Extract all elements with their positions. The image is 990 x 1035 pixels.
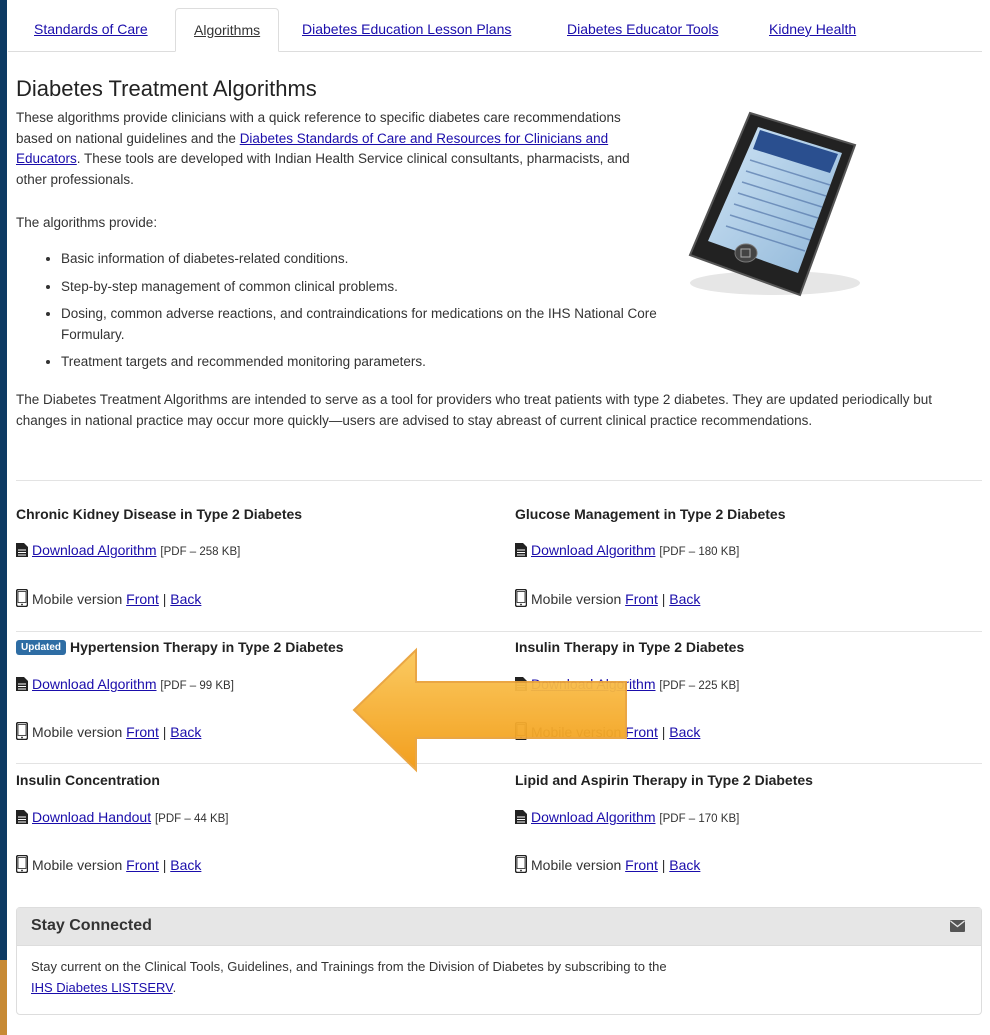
file-size: [PDF – 225 KB] [659,680,740,692]
panel-body-text: Stay current on the Clinical Tools, Guid… [31,959,667,974]
mobile-row: Mobile version Front | Back [515,589,700,607]
mobile-version-label: Mobile version [32,857,123,873]
mobile-phone-icon [16,722,28,740]
separator: | [162,591,167,607]
envelope-icon [950,920,965,932]
front-link[interactable]: Front [625,591,658,607]
tab-educator-tools[interactable]: Diabetes Educator Tools [549,8,737,50]
page-title: Diabetes Treatment Algorithms [16,76,317,101]
download-row: Download Algorithm [PDF – 180 KB] [515,542,739,558]
card-title-ckd: Chronic Kidney Disease in Type 2 Diabete… [16,506,303,522]
panel-body-end: . [172,980,177,995]
file-size: [PDF – 170 KB] [659,813,740,825]
front-link[interactable]: Front [126,724,159,740]
file-size: [PDF – 44 KB] [154,813,229,825]
provide-label: The algorithms provide: [16,215,158,230]
phone-illustration [688,111,860,297]
download-algorithm-link[interactable]: Download Algorithm [32,542,157,558]
separator: | [661,857,666,873]
stay-connected-panel: Stay Connected Stay current on the Clini… [16,907,982,1015]
download-row: Download Algorithm [PDF – 99 KB] [16,676,234,692]
back-link[interactable]: Back [170,857,201,873]
front-link[interactable]: Front [625,724,658,740]
tab-standards-of-care[interactable]: Standards of Care [16,8,166,50]
back-link[interactable]: Back [669,724,700,740]
mobile-phone-icon [515,589,527,607]
front-link[interactable]: Front [625,857,658,873]
front-link[interactable]: Front [126,591,159,607]
features-list: Basic information of diabetes-related co… [16,249,671,380]
description-paragraph: The Diabetes Treatment Algorithms are in… [16,392,933,428]
file-text-icon [16,543,28,557]
file-text-icon [16,810,28,824]
download-row: Download Handout [PDF – 44 KB] [16,809,229,825]
card-title-lipid-aspirin: Lipid and Aspirin Therapy in Type 2 Diab… [515,772,813,788]
file-text-icon [515,810,527,824]
section-divider [16,631,982,632]
download-row: Download Algorithm [PDF – 258 KB] [16,542,240,558]
mobile-row: Mobile version Front | Back [16,722,201,740]
download-row: Download Algorithm [PDF – 170 KB] [515,809,739,825]
tab-bar: Standards of Care Algorithms Diabetes Ed… [8,8,982,52]
mobile-version-label: Mobile version [32,724,123,740]
back-link[interactable]: Back [170,724,201,740]
file-text-icon [515,543,527,557]
left-accent [0,960,7,1035]
list-item: Basic information of diabetes-related co… [61,249,671,270]
download-algorithm-link[interactable]: Download Algorithm [531,809,656,825]
mobile-phone-icon [515,855,527,873]
mobile-phone-icon [16,589,28,607]
panel-title: Stay Connected [31,917,152,934]
file-size: [PDF – 258 KB] [160,546,241,558]
tab-kidney-health[interactable]: Kidney Health [751,8,874,50]
intro-text-end: . These tools are developed with Indian … [16,151,630,187]
tab-lesson-plans[interactable]: Diabetes Education Lesson Plans [284,8,529,50]
separator: | [162,724,167,740]
separator: | [661,724,666,740]
file-size: [PDF – 99 KB] [160,680,234,692]
mobile-phone-icon [16,855,28,873]
list-item: Step-by-step management of common clinic… [61,277,671,298]
download-algorithm-link[interactable]: Download Algorithm [531,542,656,558]
mobile-version-label: Mobile version [531,591,622,607]
mobile-version-label: Mobile version [531,857,622,873]
list-item: Dosing, common adverse reactions, and co… [61,304,671,345]
download-algorithm-link[interactable]: Download Algorithm [32,676,157,692]
separator: | [162,857,167,873]
section-divider [16,480,982,481]
panel-body: Stay current on the Clinical Tools, Guid… [31,956,931,998]
download-handout-link[interactable]: Download Handout [32,809,151,825]
file-size: [PDF – 180 KB] [659,546,740,558]
mobile-row: Mobile version Front | Back [16,589,201,607]
list-item: Treatment targets and recommended monito… [61,352,671,373]
back-link[interactable]: Back [669,591,700,607]
front-link[interactable]: Front [126,857,159,873]
separator: | [661,591,666,607]
left-arrow-icon [352,647,627,773]
card-title-hypertension: Updated Hypertension Therapy in Type 2 Di… [16,639,344,655]
mobile-row: Mobile version Front | Back [16,855,201,873]
back-link[interactable]: Back [669,857,700,873]
card-title-insulin-concentration: Insulin Concentration [16,772,160,788]
updated-badge: Updated [16,640,66,655]
tab-algorithms[interactable]: Algorithms [175,8,280,52]
back-link[interactable]: Back [170,591,201,607]
panel-header: Stay Connected [17,908,981,946]
intro-paragraph: These algorithms provide clinicians with… [16,108,656,190]
mobile-version-label: Mobile version [32,591,123,607]
card-title-glucose: Glucose Management in Type 2 Diabetes [515,506,786,522]
mobile-row: Mobile version Front | Back [515,855,700,873]
card-title-text: Hypertension Therapy in Type 2 Diabetes [70,639,344,655]
listserv-link[interactable]: IHS Diabetes LISTSERV [31,980,173,995]
file-text-icon [16,677,28,691]
